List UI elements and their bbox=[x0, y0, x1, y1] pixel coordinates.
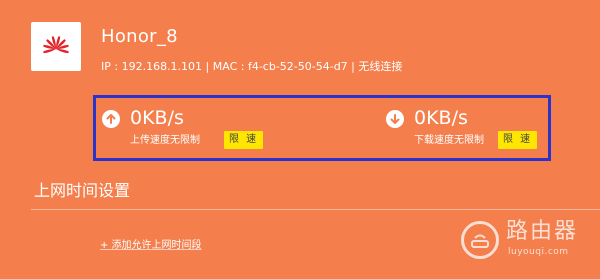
watermark-subtitle: luyouqi.com bbox=[508, 247, 569, 257]
router-logo-icon bbox=[461, 221, 499, 259]
upload-speed-value: 0KB/s bbox=[130, 107, 184, 129]
upload-speed-status: 上传速度无限制 bbox=[130, 135, 200, 146]
download-speed-status: 下载速度无限制 bbox=[414, 135, 484, 146]
download-limit-button[interactable]: 限 速 bbox=[498, 131, 538, 149]
download-speed-value: 0KB/s bbox=[414, 107, 468, 129]
device-name: Honor_8 bbox=[101, 26, 178, 47]
upload-arrow-icon bbox=[102, 110, 120, 128]
add-time-slot-link[interactable]: + 添加允许上网时间段 bbox=[100, 236, 202, 251]
speed-panel: 0KB/s 上传速度无限制 限 速 0KB/s 下载速度无限制 限 速 bbox=[93, 95, 551, 161]
section-divider bbox=[31, 209, 600, 210]
device-logo bbox=[31, 22, 81, 71]
upload-limit-button[interactable]: 限 速 bbox=[224, 131, 264, 149]
huawei-logo-icon bbox=[43, 35, 69, 53]
schedule-section-title: 上网时间设置 bbox=[34, 181, 131, 200]
device-info: IP : 192.168.1.101 | MAC : f4-cb-52-50-5… bbox=[101, 60, 403, 73]
watermark-title: 路由器 bbox=[506, 219, 579, 244]
watermark: 路由器 luyouqi.com bbox=[461, 219, 591, 265]
download-arrow-icon bbox=[386, 110, 404, 128]
